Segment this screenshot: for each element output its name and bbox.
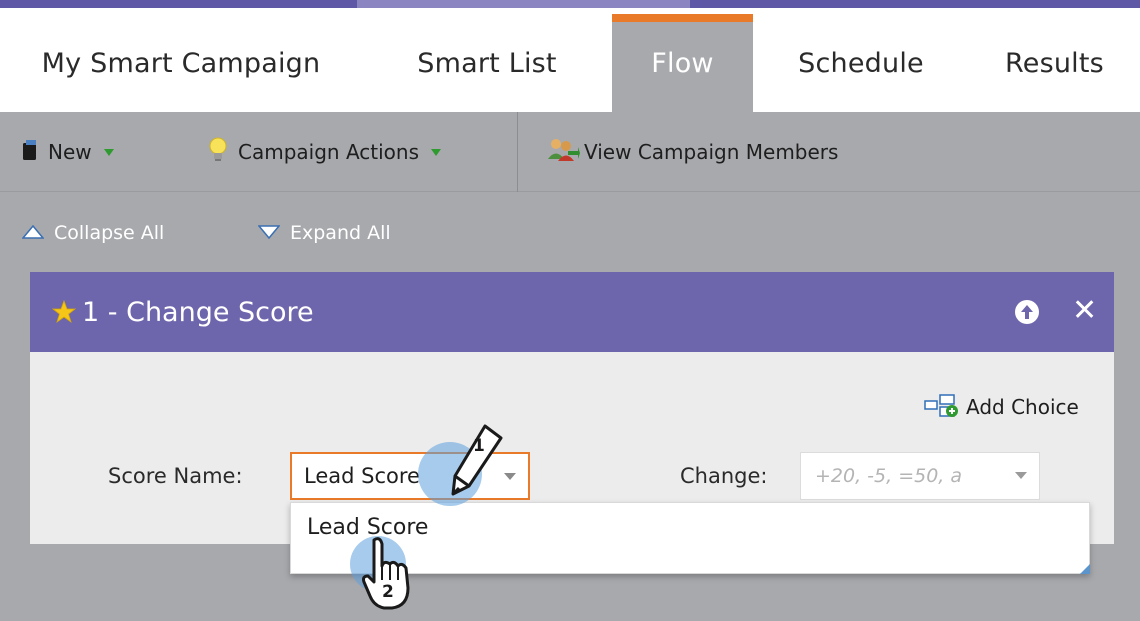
expand-all-label: Expand All	[290, 222, 391, 244]
hand-pointer-icon	[362, 537, 410, 610]
tab-schedule[interactable]: Schedule	[753, 14, 969, 112]
callout-step-2-number: 2	[382, 582, 394, 602]
toolbar-separator	[517, 112, 518, 192]
accent-segment-mid	[357, 0, 690, 8]
triangle-up-icon	[21, 222, 45, 244]
add-choice-icon	[924, 393, 960, 422]
new-menu-label: New	[48, 140, 92, 164]
expand-all-button[interactable]: Expand All	[257, 222, 391, 244]
star-icon	[51, 299, 77, 328]
toolbar: New Campaign Actions View Campaign Membe…	[0, 112, 1140, 192]
campaign-actions-dropdown-arrow-icon	[431, 148, 441, 156]
new-dropdown-arrow-icon	[103, 148, 114, 156]
change-dropdown-arrow-icon[interactable]	[1015, 472, 1027, 479]
campaign-actions-button[interactable]: Campaign Actions	[208, 112, 441, 192]
flow-controls: Collapse All Expand All	[0, 192, 700, 280]
close-icon[interactable]: ✕	[1072, 294, 1097, 328]
accent-segment-right	[690, 0, 1140, 8]
callout-step-1: 1	[447, 420, 507, 500]
tab-flow[interactable]: Flow	[612, 14, 753, 112]
add-choice-button[interactable]: Add Choice	[924, 392, 1079, 422]
tab-results[interactable]: Results	[969, 14, 1140, 112]
view-campaign-members-button[interactable]: View Campaign Members	[546, 112, 838, 192]
score-name-label: Score Name:	[108, 464, 243, 488]
tab-my-smart-campaign[interactable]: My Smart Campaign	[0, 14, 362, 112]
flow-step-header[interactable]: 1 - Change Score ✕	[30, 272, 1114, 352]
triangle-down-icon	[257, 222, 281, 244]
tab-smart-list[interactable]: Smart List	[362, 14, 612, 112]
change-label: Change:	[680, 464, 768, 488]
score-name-value: Lead Score	[304, 464, 420, 488]
arrow-up-icon[interactable]	[1015, 300, 1039, 324]
callout-step-2: 2	[360, 536, 420, 614]
campaign-actions-label: Campaign Actions	[238, 140, 419, 164]
add-choice-label: Add Choice	[966, 395, 1079, 419]
lightbulb-icon	[208, 137, 228, 168]
new-menu-button[interactable]: New	[22, 112, 114, 192]
change-input[interactable]: +20, -5, =50, a	[800, 452, 1040, 500]
accent-segment-left	[0, 0, 357, 8]
campaign-tabs: My Smart Campaign Smart List Flow Schedu…	[0, 14, 1140, 112]
flow-step-title: 1 - Change Score	[82, 296, 314, 328]
callout-step-1-number: 1	[473, 436, 485, 456]
change-placeholder: +20, -5, =50, a	[815, 465, 963, 487]
document-icon	[22, 139, 38, 166]
top-accent-bar	[0, 0, 1140, 14]
pencil-icon	[451, 424, 503, 496]
view-campaign-members-label: View Campaign Members	[584, 140, 839, 164]
dropdown-corner-accent	[1080, 564, 1090, 574]
collapse-all-button[interactable]: Collapse All	[21, 222, 165, 244]
people-icon	[546, 137, 580, 168]
collapse-all-label: Collapse All	[54, 222, 165, 244]
